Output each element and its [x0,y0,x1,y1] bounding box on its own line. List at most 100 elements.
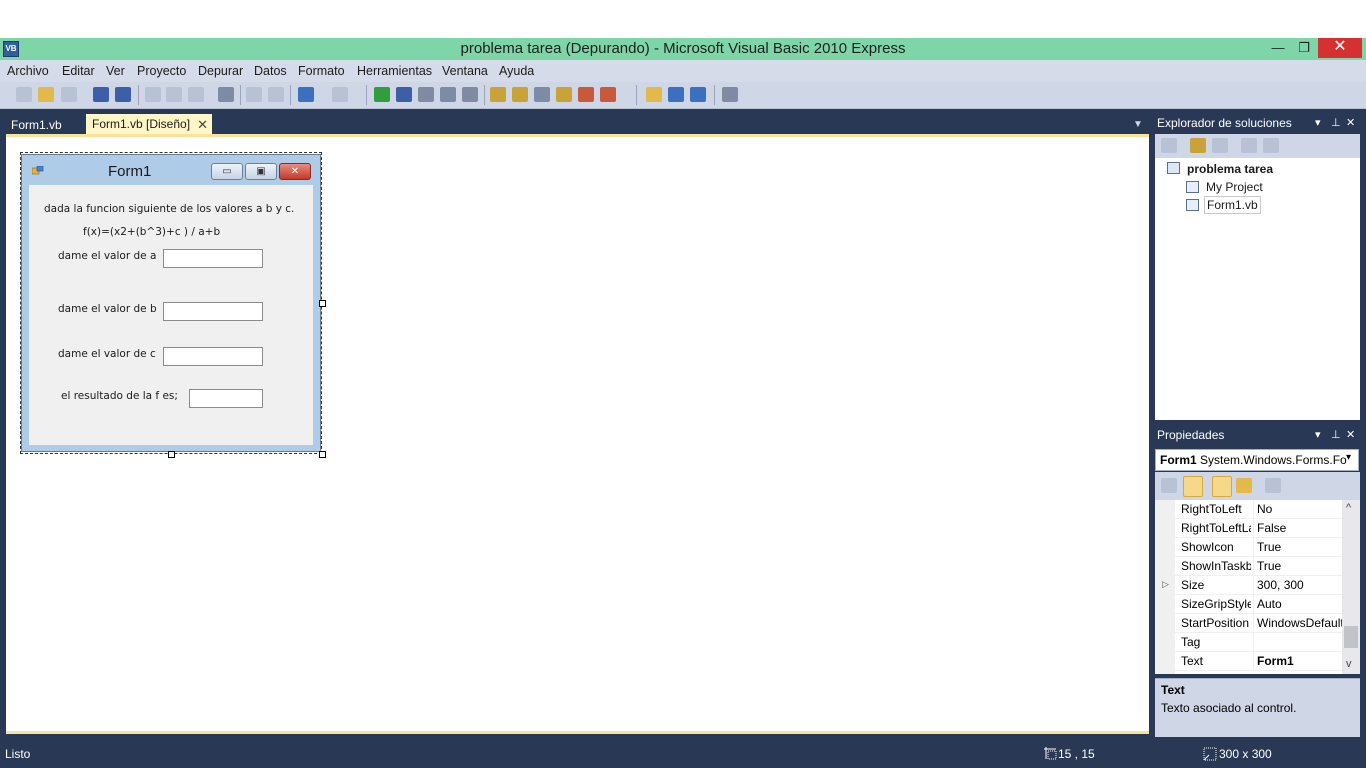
show-next-statement-icon[interactable] [646,87,662,102]
categorized-icon[interactable] [1161,478,1177,493]
error-list-icon[interactable] [578,87,594,102]
events-icon[interactable] [1236,478,1252,493]
object-selector[interactable]: Form1 System.Windows.Forms.Fo [1155,449,1359,471]
property-row[interactable]: RightToLeft No [1175,500,1342,519]
watch-icon[interactable] [690,87,706,102]
close-tab-icon[interactable]: ✕ [197,114,208,135]
view-code-icon[interactable] [1241,138,1257,153]
menu-editar[interactable]: Editar [62,62,95,80]
property-pages-icon[interactable] [1265,478,1281,493]
pin-icon[interactable]: ⊥ [1331,426,1341,444]
pane-dropdown-icon[interactable]: ▾ [1315,114,1321,132]
add-item-icon[interactable] [61,87,77,102]
label-value-c[interactable]: dame el valor de c [58,348,156,360]
cut-icon[interactable] [145,87,161,102]
step-out-icon[interactable] [462,87,478,102]
property-value[interactable]: Form1 [1253,652,1342,671]
label-value-b[interactable]: dame el valor de b [58,303,157,315]
menu-ayuda[interactable]: Ayuda [499,62,534,80]
tree-item-project[interactable]: problema tarea [1187,162,1273,176]
textbox-b[interactable] [163,302,263,321]
show-all-files-icon[interactable] [1190,138,1206,153]
scroll-up-icon[interactable]: ^ [1346,502,1351,514]
minimize-button[interactable]: — [1264,38,1292,58]
start-debugging-icon[interactable] [374,87,390,102]
close-pane-icon[interactable]: ✕ [1346,114,1355,132]
textbox-result[interactable] [189,389,263,408]
find-icon[interactable] [218,87,234,102]
tab-dropdown-icon[interactable]: ▼ [1133,119,1143,130]
pin-icon[interactable]: ⊥ [1331,114,1341,132]
properties-window-icon[interactable] [512,87,528,102]
label-intro[interactable]: dada la funcion siguiente de los valores… [44,203,294,215]
object-browser-icon[interactable] [556,87,572,102]
uncomment-icon[interactable] [268,87,284,102]
step-into-icon[interactable] [418,87,434,102]
property-row[interactable]: ShowIcon True [1175,538,1342,557]
menu-proyecto[interactable]: Proyecto [137,62,186,80]
menu-formato[interactable]: Formato [298,62,345,80]
restore-button[interactable]: ❐ [1290,38,1318,58]
close-button[interactable]: ✕ [1318,38,1362,58]
copy-icon[interactable] [166,87,182,102]
properties-view-icon[interactable] [1212,476,1232,497]
textbox-c[interactable] [163,347,263,366]
breakpoints-icon[interactable] [668,87,684,102]
property-value[interactable]: True [1253,557,1342,576]
expand-icon[interactable]: ▷ [1162,579,1169,590]
chevron-down-icon[interactable]: ▾ [1346,452,1351,463]
tree-item-form1[interactable]: Form1.vb [1204,196,1261,214]
menu-archivo[interactable]: Archivo [7,62,49,80]
stop-debugging-icon[interactable] [396,87,412,102]
refresh-icon[interactable] [1212,138,1228,153]
property-row[interactable]: ShowInTaskb True [1175,557,1342,576]
tab-form1-design[interactable]: Form1.vb [Diseño] ✕ [86,114,212,135]
save-all-icon[interactable] [115,87,131,102]
save-icon[interactable] [93,87,109,102]
property-value[interactable]: No [1253,500,1342,519]
form-minimize-button[interactable]: ▭ [211,163,243,180]
property-row[interactable]: StartPosition WindowsDefault [1175,614,1342,633]
scrollbar-thumb[interactable] [1344,626,1358,648]
alphabetical-icon[interactable] [1183,476,1203,497]
view-designer-icon[interactable] [1263,138,1279,153]
scroll-down-icon[interactable]: v [1346,658,1352,670]
label-formula[interactable]: f(x)=(x2+(b^3)+c ) / a+b [83,226,220,238]
step-over-icon[interactable] [440,87,456,102]
close-pane-icon[interactable]: ✕ [1346,426,1355,444]
solution-explorer-icon[interactable] [490,87,506,102]
resize-handle-right[interactable] [319,300,326,307]
property-value[interactable]: False [1253,519,1342,538]
resize-handle-corner[interactable] [319,451,326,458]
redo-icon[interactable] [332,87,348,102]
property-value[interactable] [1253,633,1342,652]
property-value[interactable]: True [1253,538,1342,557]
tree-item-my-project[interactable]: My Project [1206,180,1263,194]
new-project-icon[interactable] [16,87,32,102]
comment-icon[interactable] [246,87,262,102]
property-value[interactable]: 300, 300 [1253,576,1342,595]
property-row[interactable]: Tag [1175,633,1342,652]
property-value[interactable]: Auto [1253,595,1342,614]
open-file-icon[interactable] [38,87,54,102]
tab-form1-code[interactable]: Form1.vb [5,115,68,135]
textbox-a[interactable] [163,249,263,268]
menu-depurar[interactable]: Depurar [198,62,243,80]
label-result[interactable]: el resultado de la f es; [61,390,178,402]
label-value-a[interactable]: dame el valor de a [58,250,156,262]
form-close-button[interactable]: ✕ [279,163,311,180]
paste-icon[interactable] [188,87,204,102]
property-row[interactable]: Text Form1 [1175,652,1342,671]
menu-datos[interactable]: Datos [254,62,287,80]
property-row[interactable]: Size 300, 300 [1175,576,1342,595]
add-toolbar-button-icon[interactable] [722,87,738,102]
output-icon[interactable] [600,87,616,102]
form-maximize-button[interactable]: ▣ [245,163,277,180]
property-value[interactable]: WindowsDefault [1253,614,1342,633]
undo-icon[interactable] [298,87,314,102]
properties-icon[interactable] [1161,138,1177,153]
resize-handle-bottom[interactable] [168,451,175,458]
pane-dropdown-icon[interactable]: ▾ [1315,426,1321,444]
property-row[interactable]: SizeGripStyle Auto [1175,595,1342,614]
menu-ventana[interactable]: Ventana [442,62,488,80]
